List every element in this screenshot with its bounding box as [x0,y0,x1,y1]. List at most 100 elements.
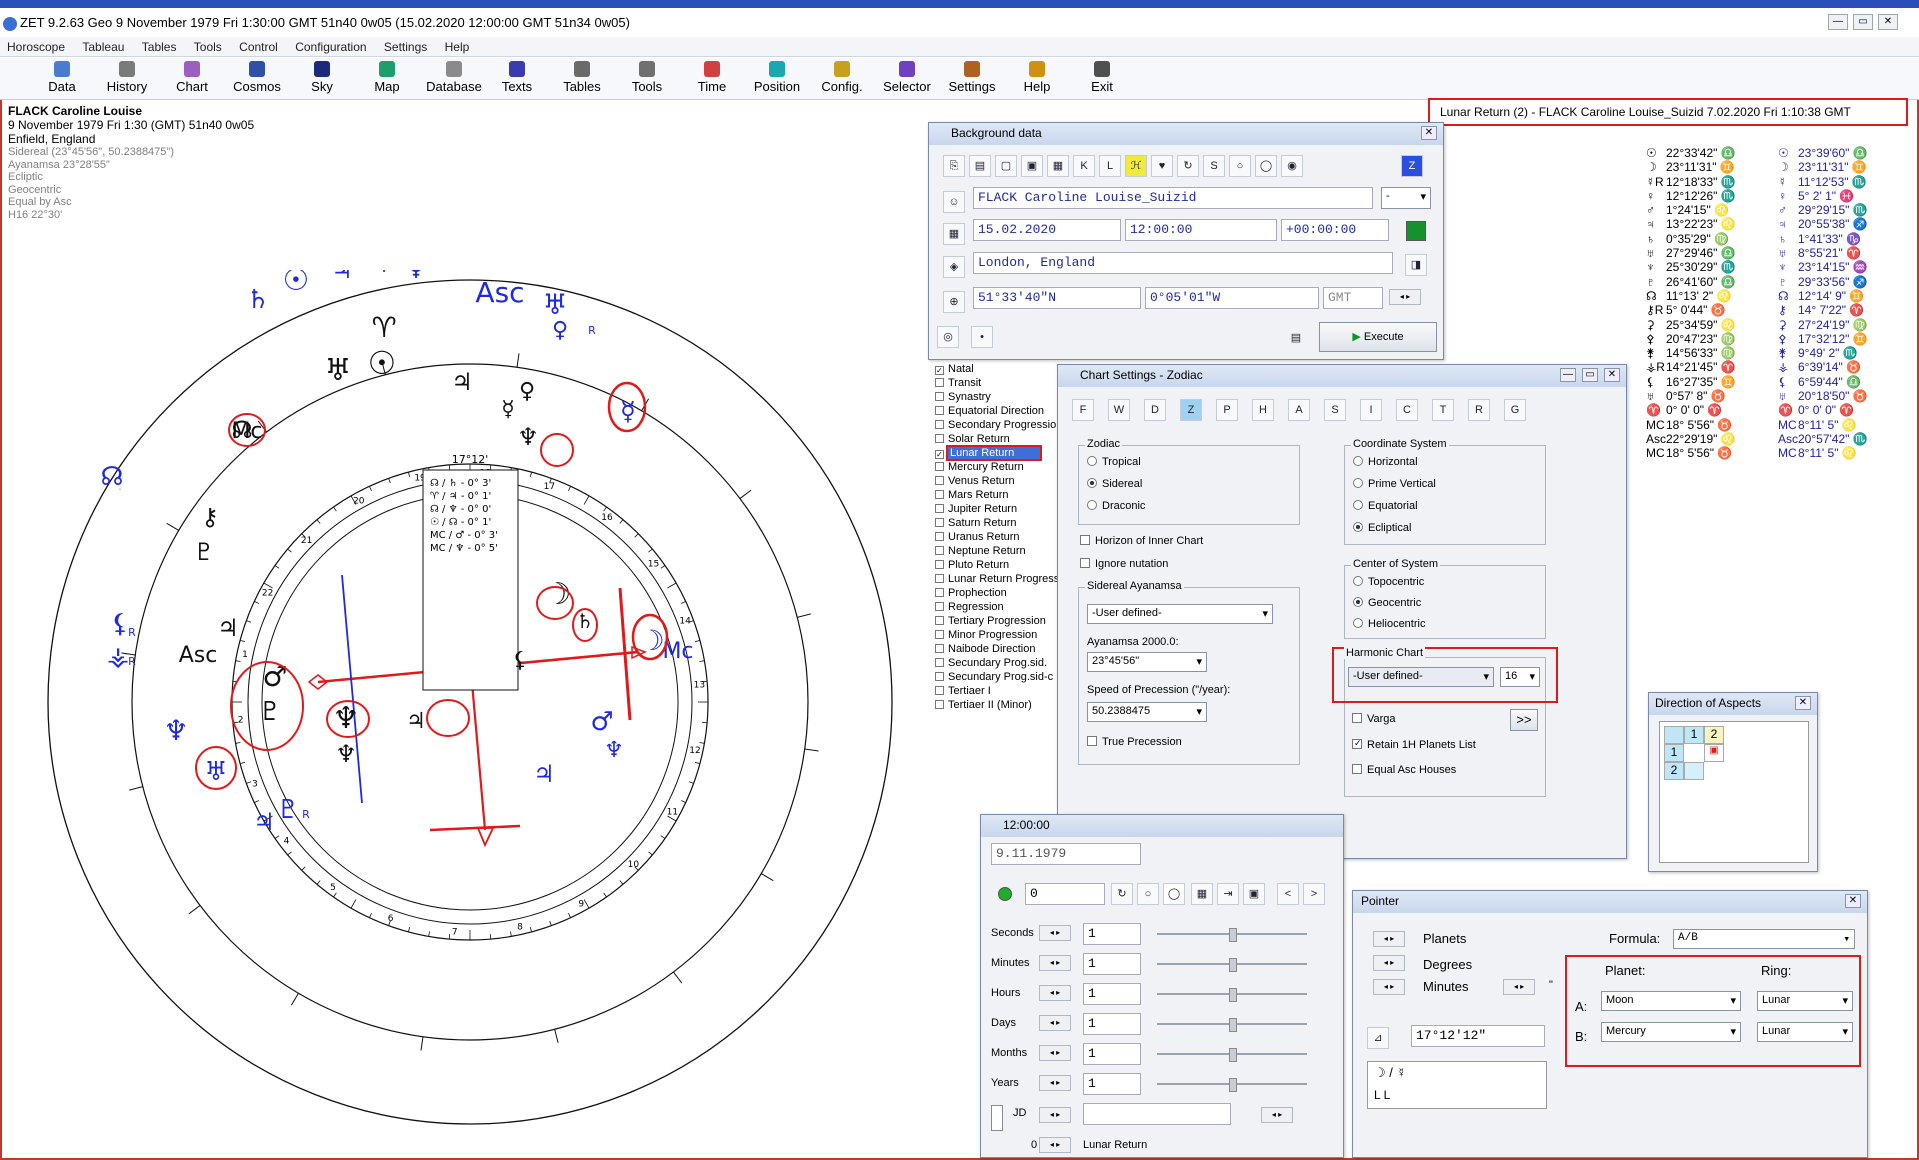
new-icon[interactable]: ▢ [995,155,1017,177]
outer-planet-glyph[interactable]: ♃ [533,760,555,788]
time-row-slider[interactable] [1157,988,1307,1002]
tab-g-icon[interactable]: G [1504,399,1526,421]
toolbar-map-button[interactable]: Map [356,61,418,99]
table-icon[interactable]: ▦ [1191,883,1213,905]
type-checkbox[interactable]: ✓ [935,366,944,375]
outer-planet-glyph[interactable]: R [128,655,136,668]
footer-arrows[interactable]: ◂ ▸ [1039,1137,1071,1153]
inner-planet-glyph[interactable]: ♇ [258,697,281,727]
background-time-field[interactable]: 12:00:00 [1125,219,1277,241]
horoscope-type-item[interactable]: Lunar Return Progress [935,572,1062,586]
type-checkbox[interactable] [935,420,944,429]
toolbar-settings-button[interactable]: Settings [941,61,1003,99]
pc-icon[interactable]: ℋ [1125,155,1147,177]
time-row-slider[interactable] [1157,1018,1307,1032]
inner-planet-glyph[interactable]: ♆ [335,740,357,768]
settings-maximize-button[interactable]: ▭ [1582,368,1598,382]
toolbar-sky-button[interactable]: Sky [291,61,353,99]
toolbar-chart-button[interactable]: Chart [161,61,223,99]
geocentric-radio[interactable]: Geocentric [1353,597,1421,609]
horizon-inner-checkbox[interactable]: Horizon of Inner Chart [1080,535,1203,547]
jd-field[interactable] [1083,1103,1231,1125]
time-row-arrows[interactable]: ◂ ▸ [1039,985,1071,1001]
inner-planet-glyph[interactable]: ⚸ [512,648,528,673]
horizontal-radio[interactable]: Horizontal [1353,456,1418,468]
horoscope-type-item[interactable]: Tertiaer I [935,684,1062,698]
time-row-arrows[interactable]: ◂ ▸ [1039,1045,1071,1061]
inner-planet-glyph[interactable]: ♀ [519,379,535,404]
horoscope-type-item[interactable]: Equatorial Direction [935,404,1062,418]
horoscope-type-item[interactable]: Transit [935,376,1062,390]
time-row-arrows[interactable]: ◂ ▸ [1039,1015,1071,1031]
coords-icon[interactable]: ⊕ [943,291,965,313]
table-icon[interactable]: ▦ [1047,155,1069,177]
type-checkbox[interactable] [935,630,944,639]
circle-filled-icon[interactable]: ◉ [1281,155,1303,177]
harmonic-select[interactable]: -User defined- [1348,667,1494,687]
type-checkbox[interactable] [935,392,944,401]
toolbar-history-button[interactable]: History [96,61,158,99]
horoscope-type-item[interactable]: Minor Progression [935,628,1062,642]
inner-planet-glyph[interactable]: ♅ [325,353,352,388]
formula-select[interactable]: A/B [1673,929,1855,949]
outer-planet-glyph[interactable]: R [302,808,310,821]
tab-d-icon[interactable]: D [1144,399,1166,421]
latitude-field[interactable]: 51°33'40"N [973,287,1141,309]
person-icon[interactable]: ☺ [943,191,965,213]
outer-planet-glyph[interactable]: ☉ [283,270,310,298]
horoscope-type-item[interactable]: Solar Return [935,432,1062,446]
equatorial-radio[interactable]: Equatorial [1353,500,1418,512]
type-checkbox[interactable] [935,504,944,513]
horoscope-type-item[interactable]: Synastry [935,390,1062,404]
type-checkbox[interactable] [935,560,944,569]
refresh-icon[interactable]: ↻ [1111,883,1133,905]
horoscope-type-item[interactable]: Secondary Progression [935,418,1062,432]
name-suffix-select[interactable]: - [1381,187,1431,209]
circle-small-icon[interactable]: ○ [1137,883,1159,905]
time-date-field[interactable]: 9.11.1979 [991,843,1141,865]
time-row-field[interactable]: 1 [1083,923,1141,945]
type-checkbox[interactable] [935,588,944,597]
type-checkbox[interactable] [935,476,944,485]
toolbar-time-button[interactable]: Time [681,61,743,99]
outer-planet-glyph[interactable]: ♀ [552,318,568,343]
tab-r-icon[interactable]: R [1468,399,1490,421]
outer-planet-glyph[interactable]: Asc [475,276,524,309]
tab-f-icon[interactable]: F [1072,399,1094,421]
save-icon[interactable]: ▣ [1021,155,1043,177]
jd-toggle[interactable] [991,1105,1003,1131]
ring-b-select[interactable]: Lunar [1757,1022,1853,1042]
horoscope-type-item[interactable]: Tertiaer II (Minor) [935,698,1062,712]
outer-planet-glyph[interactable]: R [588,324,596,337]
tab-i-icon[interactable]: I [1360,399,1382,421]
print-icon[interactable]: ▤ [1285,328,1307,350]
outer-planet-glyph[interactable]: ♃ [331,270,353,284]
toolbar-exit-button[interactable]: Exit [1071,61,1133,99]
time-row-field[interactable]: 1 [1083,983,1141,1005]
type-checkbox[interactable] [935,462,944,471]
menu-settings[interactable]: Settings [377,37,434,54]
inner-planet-glyph[interactable]: ☿ [501,397,515,422]
retain-1h-checkbox[interactable]: Retain 1H Planets List [1352,739,1476,751]
save-icon[interactable]: ▣ [1243,883,1265,905]
menu-help[interactable]: Help [438,37,477,54]
toolbar-cosmos-button[interactable]: Cosmos [226,61,288,99]
toolbar-config-button[interactable]: Config. [811,61,873,99]
type-checkbox[interactable] [935,700,944,709]
toolbar-position-button[interactable]: Position [746,61,808,99]
outer-planet-glyph[interactable]: ♈ [372,270,395,279]
calendar-icon[interactable]: ▦ [943,223,965,245]
outer-planet-glyph[interactable]: ♅ [204,757,227,787]
outer-planet-glyph[interactable]: ♇ [276,795,299,825]
ayanamsa-select[interactable]: -User defined- [1087,604,1273,624]
type-checkbox[interactable] [935,378,944,387]
globe-icon[interactable]: ◈ [943,256,965,278]
horoscope-type-item[interactable]: Pluto Return [935,558,1062,572]
ecliptical-radio[interactable]: Ecliptical [1353,522,1411,534]
toolbar-tables-button[interactable]: Tables [551,61,613,99]
planet-a-select[interactable]: Moon [1601,991,1741,1011]
outer-planet-glyph[interactable]: R [128,626,136,639]
menu-configuration[interactable]: Configuration [288,37,373,54]
outer-planet-glyph[interactable]: ♅ [542,288,567,321]
green-indicator[interactable] [1406,221,1426,241]
